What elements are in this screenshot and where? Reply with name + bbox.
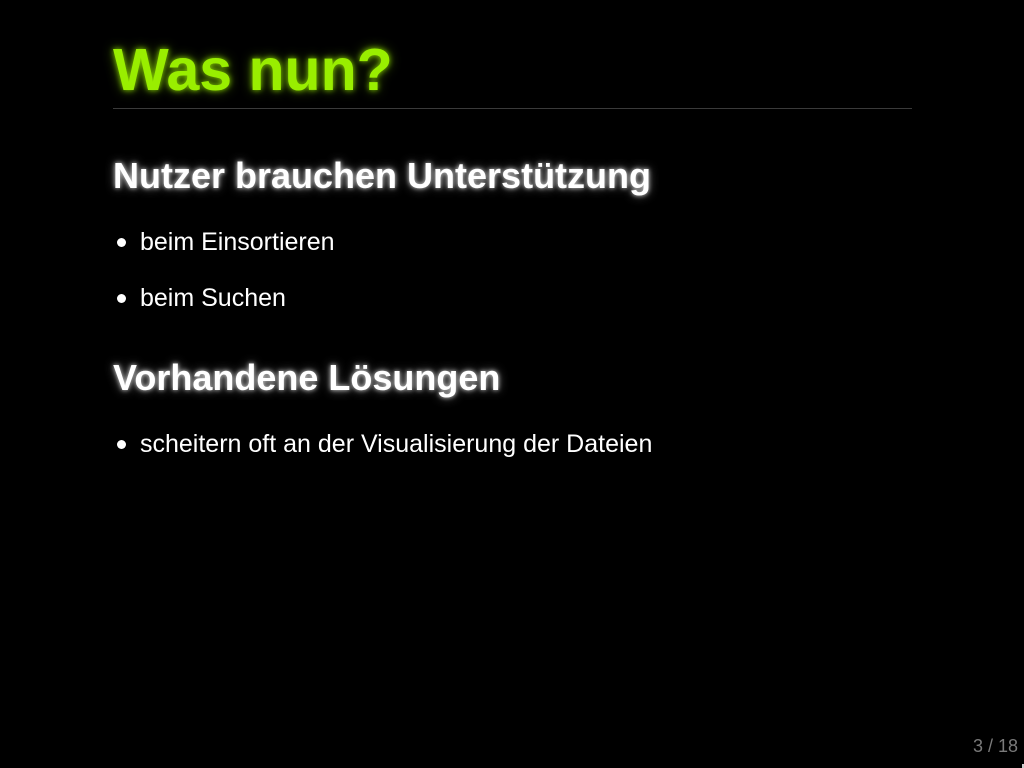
bullet-text: beim Suchen	[140, 284, 286, 312]
page-counter: 3 / 18	[972, 736, 1018, 756]
slide-title: Was nun?	[113, 37, 393, 103]
title-divider	[113, 108, 912, 109]
bullet-icon	[117, 294, 126, 303]
bullet-text: beim Einsortieren	[140, 228, 335, 256]
presentation-slide[interactable]: Was nun? Nutzer brauchen Unterstützung b…	[0, 0, 1024, 768]
section-heading-existing-solutions: Vorhandene Lösungen	[113, 357, 501, 398]
bullet-icon	[117, 440, 126, 449]
bullet-text: scheitern oft an der Visualisierung der …	[140, 430, 653, 458]
bullet-icon	[117, 238, 126, 247]
section-heading-user-support: Nutzer brauchen Unterstützung	[113, 155, 652, 196]
